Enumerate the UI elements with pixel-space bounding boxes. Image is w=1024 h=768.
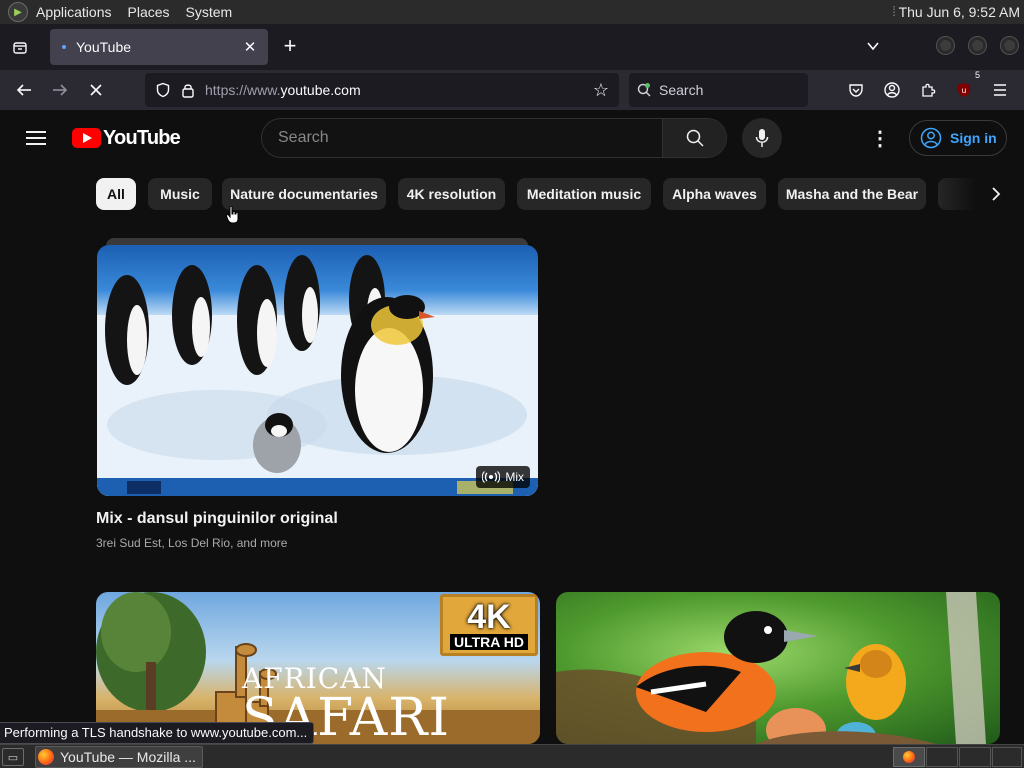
navigation-toolbar: https://www.youtube.com ☆ Search u 5 (0, 70, 1024, 110)
minimize-window-icon[interactable] (937, 37, 954, 54)
search-bar[interactable]: Search (629, 73, 808, 107)
back-arrow-icon[interactable] (10, 76, 38, 104)
panel-separator: ⁞ (892, 3, 896, 19)
taskbar-window-firefox[interactable]: YouTube — Mozilla ... (35, 746, 203, 768)
mix-badge: Mix (476, 466, 530, 488)
youtube-play-logo-icon (72, 128, 101, 148)
forward-arrow-icon[interactable] (46, 76, 74, 104)
top-panel: ▶ Applications Places System ⁞ Thu Jun 6… (0, 0, 1024, 24)
search-engine-icon (629, 82, 659, 98)
tab-strip: YouTube ✕ + (0, 24, 1024, 70)
4k-ultra-hd-badge: 4K ULTRA HD (440, 594, 538, 656)
bird-thumbnail-image (556, 592, 986, 744)
penguins-thumbnail-image (97, 255, 538, 496)
url-bar[interactable]: https://www.youtube.com ☆ (145, 73, 619, 107)
ultra-hd-badge-text: ULTRA HD (450, 634, 528, 650)
stop-loading-icon[interactable] (82, 76, 110, 104)
svg-text:u: u (962, 86, 966, 95)
tab-loading-icon (62, 45, 66, 49)
bookmark-star-icon[interactable]: ☆ (589, 78, 613, 102)
lock-icon[interactable] (177, 78, 199, 102)
chips-next-chevron-icon[interactable] (982, 178, 1010, 210)
broadcast-icon (482, 471, 501, 483)
workspace-3[interactable] (959, 747, 991, 767)
close-window-icon[interactable] (1001, 37, 1018, 54)
list-all-tabs-chevron-icon[interactable] (862, 34, 884, 58)
mix-badge-label: Mix (505, 470, 524, 484)
chip-nature-documentaries[interactable]: Nature documentaries (222, 178, 386, 210)
show-desktop-icon[interactable]: ▭ (2, 748, 24, 766)
account-icon[interactable] (878, 76, 906, 104)
firefox-icon (903, 751, 915, 763)
video-thumbnail-birds[interactable] (556, 592, 1000, 744)
url-scheme: https://www. (205, 82, 281, 98)
url-text[interactable]: https://www.youtube.com (205, 82, 361, 98)
new-tab-plus-icon[interactable]: + (278, 32, 302, 60)
maximize-window-icon[interactable] (969, 37, 986, 54)
youtube-search-box (261, 118, 727, 158)
ublock-badge-count: 5 (972, 70, 982, 80)
panel-clock[interactable]: Thu Jun 6, 9:52 AM (899, 4, 1020, 20)
taskbar-window-label: YouTube — Mozilla ... (60, 749, 196, 765)
chip-meditation-music[interactable]: Meditation music (517, 178, 651, 210)
chips-fade-overlay (936, 178, 1024, 210)
chip-music[interactable]: Music (148, 178, 212, 210)
workspace-4[interactable] (992, 747, 1022, 767)
youtube-masthead: YouTube ⋮ Sign in (0, 110, 1024, 166)
bottom-taskbar: ▭ YouTube — Mozilla ... (0, 744, 1024, 768)
chip-alpha-waves[interactable]: Alpha waves (663, 178, 766, 210)
hand-pointer-cursor-icon (225, 205, 240, 229)
voice-search-button[interactable] (742, 118, 782, 158)
menu-applications[interactable]: Applications (28, 4, 120, 20)
more-options-kebab-icon[interactable]: ⋮ (866, 124, 894, 152)
menu-places[interactable]: Places (120, 4, 178, 20)
account-circle-icon (920, 127, 942, 149)
video-thumbnail-penguins[interactable]: Mix (97, 245, 538, 496)
tracking-protection-shield-icon[interactable] (151, 78, 175, 102)
chip-all[interactable]: All (96, 178, 136, 210)
tab-title: YouTube (76, 39, 132, 55)
pocket-icon[interactable] (842, 76, 870, 104)
youtube-search-input[interactable] (262, 119, 664, 157)
workspace-2[interactable] (926, 747, 958, 767)
search-icon (686, 129, 704, 147)
status-panel: Performing a TLS handshake to www.youtub… (0, 722, 315, 744)
hamburger-menu-icon[interactable] (986, 76, 1014, 104)
menu-system[interactable]: System (178, 4, 241, 20)
youtube-logo-text: YouTube (103, 126, 181, 149)
gnome-foot-icon[interactable]: ▶ (8, 2, 28, 22)
workspace-1[interactable] (893, 747, 925, 767)
guide-menu-icon[interactable] (22, 124, 50, 152)
search-bar-placeholder: Search (659, 82, 704, 98)
tab-youtube[interactable]: YouTube ✕ (50, 29, 268, 65)
video-title[interactable]: Mix - dansul pinguinilor original (96, 510, 338, 528)
firefox-view-icon[interactable] (6, 36, 34, 60)
tab-close-icon[interactable]: ✕ (240, 37, 260, 57)
chip-4k-resolution[interactable]: 4K resolution (398, 178, 505, 210)
microphone-icon (755, 129, 769, 147)
url-host: youtube.com (280, 82, 361, 98)
youtube-logo[interactable]: YouTube (72, 126, 181, 150)
video-channel-meta[interactable]: 3rei Sud Est, Los Del Rio, and more (96, 536, 287, 550)
firefox-icon (38, 749, 54, 765)
youtube-search-button[interactable] (662, 119, 726, 157)
ublock-origin-icon[interactable]: u 5 (950, 70, 982, 104)
extensions-puzzle-icon[interactable] (914, 76, 942, 104)
sign-in-label: Sign in (950, 130, 997, 146)
sign-in-button[interactable]: Sign in (909, 120, 1007, 156)
chip-masha-and-the-bear[interactable]: Masha and the Bear (778, 178, 926, 210)
4k-badge-text: 4K (467, 598, 511, 636)
